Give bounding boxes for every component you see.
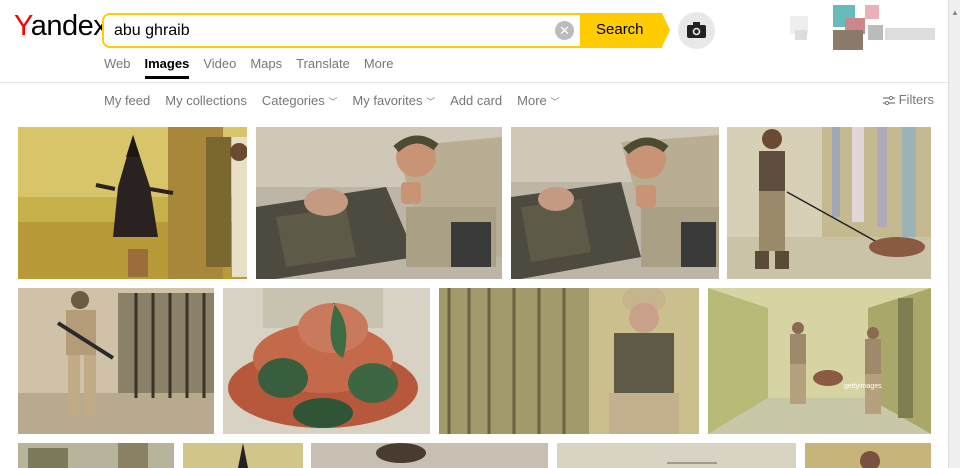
thumbnail-photo [311, 443, 548, 468]
thumbnail-photo [557, 443, 796, 468]
image-result[interactable] [256, 127, 502, 279]
search-input[interactable]: abu ghraib ✕ [102, 13, 582, 48]
scroll-up-icon[interactable]: ▲ [951, 8, 959, 17]
tab-maps[interactable]: Maps [250, 56, 282, 79]
image-result[interactable] [18, 127, 247, 279]
soldier-thumbs-up-photo [511, 127, 719, 279]
more-dropdown[interactable]: More ﹀ [517, 93, 559, 108]
soldier-leash-photo [727, 127, 931, 279]
image-result[interactable] [18, 288, 214, 434]
search-button[interactable]: Search [580, 13, 670, 48]
getty-watermark: gettyimages [844, 383, 882, 390]
image-result[interactable] [223, 288, 430, 434]
hooded-prisoner-photo [18, 127, 247, 279]
armed-soldier-doorway-photo [18, 288, 214, 434]
thumbnail-photo [183, 443, 303, 468]
prisoner-pile-photo [223, 288, 430, 434]
chevron-down-icon: ﹀ [328, 97, 338, 107]
image-result[interactable] [311, 443, 548, 468]
images-subnav: My feed My collections Categories ﹀ My f… [104, 93, 574, 108]
thumbnail-photo [18, 443, 174, 468]
image-result[interactable] [727, 127, 931, 279]
filters-button[interactable]: Filters [882, 92, 934, 107]
my-favorites-dropdown[interactable]: My favorites ﹀ [352, 93, 435, 108]
header-divider [0, 82, 948, 83]
image-result[interactable] [511, 127, 719, 279]
image-result[interactable] [805, 443, 931, 468]
tab-images[interactable]: Images [144, 56, 190, 79]
image-result[interactable] [18, 443, 174, 468]
camera-icon[interactable] [678, 12, 715, 49]
clear-icon[interactable]: ✕ [555, 21, 574, 40]
image-result[interactable] [557, 443, 796, 468]
tab-translate[interactable]: Translate [296, 56, 350, 79]
filters-icon [882, 95, 895, 105]
my-collections-link[interactable]: My collections [165, 93, 247, 108]
tab-web[interactable]: Web [104, 56, 131, 79]
image-result[interactable] [183, 443, 303, 468]
tab-more[interactable]: More [364, 56, 394, 79]
chevron-down-icon: ﹀ [426, 97, 436, 107]
tab-video[interactable]: Video [203, 56, 236, 79]
search-query[interactable]: abu ghraib [114, 22, 190, 40]
yandex-logo[interactable]: Yandex [14, 10, 108, 43]
guards-corridor-photo: gettyimages [708, 288, 931, 434]
page-scrollbar[interactable]: ▲ [948, 0, 960, 468]
soldier-corridor-photo [439, 288, 699, 434]
chevron-down-icon: ﹀ [550, 97, 560, 107]
soldier-thumbs-up-photo [256, 127, 502, 279]
image-result[interactable]: gettyimages [708, 288, 931, 434]
add-card-link[interactable]: Add card [450, 93, 502, 108]
search-tabs: Web Images Video Maps Translate More [104, 56, 407, 79]
thumbnail-photo [805, 443, 931, 468]
categories-dropdown[interactable]: Categories ﹀ [262, 93, 338, 108]
image-result[interactable] [439, 288, 699, 434]
my-feed-link[interactable]: My feed [104, 93, 150, 108]
